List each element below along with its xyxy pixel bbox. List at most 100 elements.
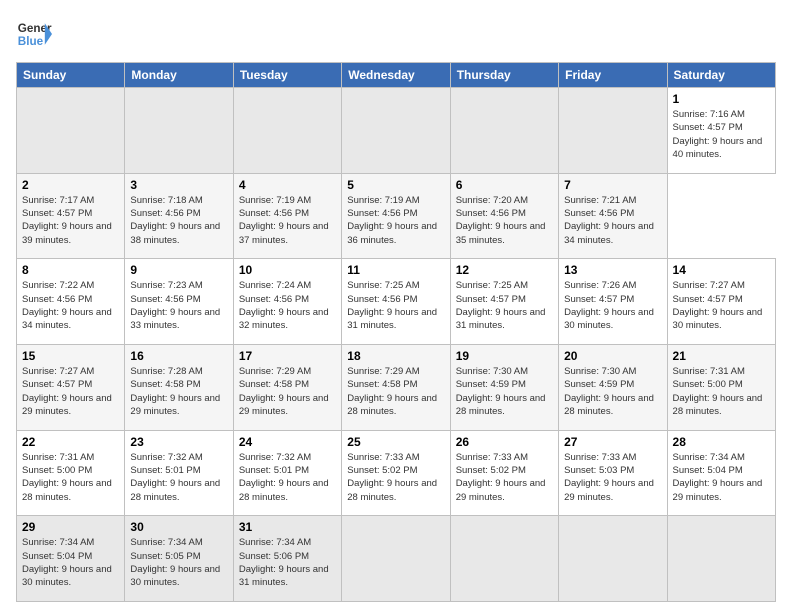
calendar-day-cell — [559, 516, 667, 602]
page: General Blue SundayMondayTuesdayWednesda… — [0, 0, 792, 612]
calendar-day-cell: 6 Sunrise: 7:20 AMSunset: 4:56 PMDayligh… — [450, 173, 558, 259]
calendar-day-cell: 4 Sunrise: 7:19 AMSunset: 4:56 PMDayligh… — [233, 173, 341, 259]
day-info: Sunrise: 7:25 AMSunset: 4:57 PMDaylight:… — [456, 280, 546, 331]
calendar-day-cell — [342, 88, 450, 174]
calendar-day-cell: 1 Sunrise: 7:16 AMSunset: 4:57 PMDayligh… — [667, 88, 775, 174]
day-of-week-header: Sunday — [17, 63, 125, 88]
calendar-day-cell: 20 Sunrise: 7:30 AMSunset: 4:59 PMDaylig… — [559, 344, 667, 430]
day-number: 11 — [347, 263, 444, 277]
day-number: 25 — [347, 435, 444, 449]
calendar-day-cell: 13 Sunrise: 7:26 AMSunset: 4:57 PMDaylig… — [559, 259, 667, 345]
calendar-day-cell — [667, 516, 775, 602]
day-info: Sunrise: 7:34 AMSunset: 5:05 PMDaylight:… — [130, 537, 220, 588]
calendar-day-cell: 25 Sunrise: 7:33 AMSunset: 5:02 PMDaylig… — [342, 430, 450, 516]
day-info: Sunrise: 7:18 AMSunset: 4:56 PMDaylight:… — [130, 195, 220, 246]
day-number: 28 — [673, 435, 770, 449]
logo-icon: General Blue — [16, 16, 52, 52]
day-number: 1 — [673, 92, 770, 106]
calendar-day-cell — [450, 88, 558, 174]
day-info: Sunrise: 7:27 AMSunset: 4:57 PMDaylight:… — [22, 366, 112, 417]
day-info: Sunrise: 7:24 AMSunset: 4:56 PMDaylight:… — [239, 280, 329, 331]
calendar-day-cell: 15 Sunrise: 7:27 AMSunset: 4:57 PMDaylig… — [17, 344, 125, 430]
day-number: 7 — [564, 178, 661, 192]
calendar-day-cell: 17 Sunrise: 7:29 AMSunset: 4:58 PMDaylig… — [233, 344, 341, 430]
day-number: 30 — [130, 520, 227, 534]
calendar-day-cell — [342, 516, 450, 602]
day-info: Sunrise: 7:34 AMSunset: 5:06 PMDaylight:… — [239, 537, 329, 588]
calendar-day-cell: 2 Sunrise: 7:17 AMSunset: 4:57 PMDayligh… — [17, 173, 125, 259]
day-number: 22 — [22, 435, 119, 449]
header: General Blue — [16, 16, 776, 52]
calendar-day-cell: 14 Sunrise: 7:27 AMSunset: 4:57 PMDaylig… — [667, 259, 775, 345]
calendar-week-row: 22 Sunrise: 7:31 AMSunset: 5:00 PMDaylig… — [17, 430, 776, 516]
day-number: 2 — [22, 178, 119, 192]
calendar-day-cell: 27 Sunrise: 7:33 AMSunset: 5:03 PMDaylig… — [559, 430, 667, 516]
day-number: 19 — [456, 349, 553, 363]
logo: General Blue — [16, 16, 52, 52]
day-number: 12 — [456, 263, 553, 277]
calendar-day-cell: 18 Sunrise: 7:29 AMSunset: 4:58 PMDaylig… — [342, 344, 450, 430]
day-info: Sunrise: 7:29 AMSunset: 4:58 PMDaylight:… — [239, 366, 329, 417]
day-info: Sunrise: 7:32 AMSunset: 5:01 PMDaylight:… — [130, 452, 220, 503]
calendar-body: 1 Sunrise: 7:16 AMSunset: 4:57 PMDayligh… — [17, 88, 776, 602]
day-of-week-header: Thursday — [450, 63, 558, 88]
day-number: 26 — [456, 435, 553, 449]
day-of-week-header: Saturday — [667, 63, 775, 88]
day-info: Sunrise: 7:19 AMSunset: 4:56 PMDaylight:… — [347, 195, 437, 246]
calendar-header-row: SundayMondayTuesdayWednesdayThursdayFrid… — [17, 63, 776, 88]
calendar-day-cell — [450, 516, 558, 602]
day-number: 6 — [456, 178, 553, 192]
day-info: Sunrise: 7:33 AMSunset: 5:02 PMDaylight:… — [456, 452, 546, 503]
day-number: 20 — [564, 349, 661, 363]
calendar-day-cell: 9 Sunrise: 7:23 AMSunset: 4:56 PMDayligh… — [125, 259, 233, 345]
calendar-day-cell: 5 Sunrise: 7:19 AMSunset: 4:56 PMDayligh… — [342, 173, 450, 259]
day-number: 29 — [22, 520, 119, 534]
day-info: Sunrise: 7:28 AMSunset: 4:58 PMDaylight:… — [130, 366, 220, 417]
calendar-day-cell — [559, 88, 667, 174]
day-info: Sunrise: 7:29 AMSunset: 4:58 PMDaylight:… — [347, 366, 437, 417]
day-info: Sunrise: 7:31 AMSunset: 5:00 PMDaylight:… — [673, 366, 763, 417]
day-of-week-header: Friday — [559, 63, 667, 88]
calendar-day-cell: 26 Sunrise: 7:33 AMSunset: 5:02 PMDaylig… — [450, 430, 558, 516]
day-info: Sunrise: 7:22 AMSunset: 4:56 PMDaylight:… — [22, 280, 112, 331]
day-info: Sunrise: 7:21 AMSunset: 4:56 PMDaylight:… — [564, 195, 654, 246]
day-number: 10 — [239, 263, 336, 277]
day-info: Sunrise: 7:32 AMSunset: 5:01 PMDaylight:… — [239, 452, 329, 503]
day-number: 14 — [673, 263, 770, 277]
calendar-day-cell: 19 Sunrise: 7:30 AMSunset: 4:59 PMDaylig… — [450, 344, 558, 430]
day-number: 4 — [239, 178, 336, 192]
day-number: 15 — [22, 349, 119, 363]
day-number: 13 — [564, 263, 661, 277]
day-info: Sunrise: 7:34 AMSunset: 5:04 PMDaylight:… — [673, 452, 763, 503]
calendar-day-cell — [233, 88, 341, 174]
svg-text:Blue: Blue — [18, 35, 44, 48]
calendar-day-cell: 29 Sunrise: 7:34 AMSunset: 5:04 PMDaylig… — [17, 516, 125, 602]
calendar-day-cell: 7 Sunrise: 7:21 AMSunset: 4:56 PMDayligh… — [559, 173, 667, 259]
calendar-week-row: 1 Sunrise: 7:16 AMSunset: 4:57 PMDayligh… — [17, 88, 776, 174]
day-number: 24 — [239, 435, 336, 449]
calendar-day-cell: 24 Sunrise: 7:32 AMSunset: 5:01 PMDaylig… — [233, 430, 341, 516]
day-info: Sunrise: 7:31 AMSunset: 5:00 PMDaylight:… — [22, 452, 112, 503]
calendar-day-cell: 23 Sunrise: 7:32 AMSunset: 5:01 PMDaylig… — [125, 430, 233, 516]
day-info: Sunrise: 7:33 AMSunset: 5:02 PMDaylight:… — [347, 452, 437, 503]
calendar-day-cell: 8 Sunrise: 7:22 AMSunset: 4:56 PMDayligh… — [17, 259, 125, 345]
calendar-day-cell: 31 Sunrise: 7:34 AMSunset: 5:06 PMDaylig… — [233, 516, 341, 602]
day-number: 3 — [130, 178, 227, 192]
day-number: 9 — [130, 263, 227, 277]
day-number: 16 — [130, 349, 227, 363]
calendar-week-row: 29 Sunrise: 7:34 AMSunset: 5:04 PMDaylig… — [17, 516, 776, 602]
day-number: 31 — [239, 520, 336, 534]
calendar-week-row: 2 Sunrise: 7:17 AMSunset: 4:57 PMDayligh… — [17, 173, 776, 259]
day-info: Sunrise: 7:16 AMSunset: 4:57 PMDaylight:… — [673, 109, 763, 160]
day-info: Sunrise: 7:33 AMSunset: 5:03 PMDaylight:… — [564, 452, 654, 503]
calendar-table: SundayMondayTuesdayWednesdayThursdayFrid… — [16, 62, 776, 602]
calendar-day-cell: 10 Sunrise: 7:24 AMSunset: 4:56 PMDaylig… — [233, 259, 341, 345]
day-info: Sunrise: 7:20 AMSunset: 4:56 PMDaylight:… — [456, 195, 546, 246]
day-number: 5 — [347, 178, 444, 192]
calendar-day-cell — [125, 88, 233, 174]
day-info: Sunrise: 7:19 AMSunset: 4:56 PMDaylight:… — [239, 195, 329, 246]
day-number: 21 — [673, 349, 770, 363]
day-info: Sunrise: 7:34 AMSunset: 5:04 PMDaylight:… — [22, 537, 112, 588]
day-info: Sunrise: 7:27 AMSunset: 4:57 PMDaylight:… — [673, 280, 763, 331]
day-of-week-header: Tuesday — [233, 63, 341, 88]
